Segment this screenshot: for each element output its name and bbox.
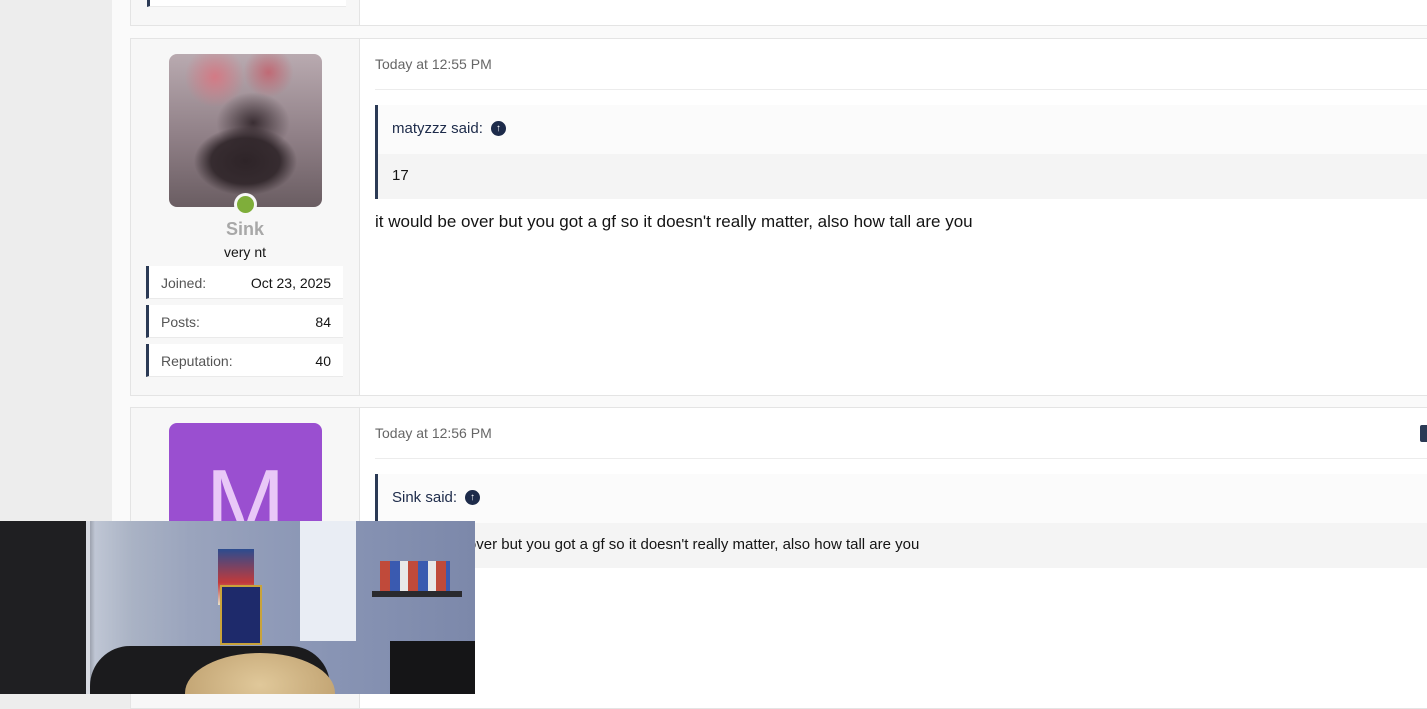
previous-stat-row <box>147 0 346 7</box>
avatar-image[interactable] <box>169 54 322 207</box>
online-status-icon <box>234 193 257 216</box>
username[interactable]: Sink <box>131 219 359 240</box>
post: Sink very nt Joined: Oct 23, 2025 Posts:… <box>130 38 1427 396</box>
stat-label: Reputation: <box>161 353 233 369</box>
stat-posts: Posts: 84 <box>146 305 343 338</box>
stat-value[interactable]: 84 <box>315 314 331 330</box>
stat-label: Posts: <box>161 314 200 330</box>
webcam-poster <box>220 585 262 645</box>
quote-body: 17 <box>378 154 1427 199</box>
webcam-shelf <box>372 591 462 597</box>
stat-reputation: Reputation: 40 <box>146 344 343 377</box>
message-column: Today at 12:56 PM Sink said: ↑ it would … <box>360 408 1427 708</box>
quote-body: it would be over but you got a gf so it … <box>378 523 1427 568</box>
quote-author[interactable]: matyzzz said: <box>392 120 483 137</box>
webcam-window <box>300 521 356 641</box>
post-message: it would be over but you got a gf so it … <box>375 212 973 231</box>
stat-value: 40 <box>315 353 331 369</box>
user-stats: Joined: Oct 23, 2025 Posts: 84 Reputatio… <box>146 266 343 383</box>
post-action-marker[interactable] <box>1420 425 1427 442</box>
avatar[interactable] <box>169 54 322 207</box>
stat-value: Oct 23, 2025 <box>250 275 331 291</box>
message-column: Today at 12:55 PM matyzzz said: ↑ 17 it … <box>360 39 1427 395</box>
webcam-figures <box>380 561 450 591</box>
webcam-overlay <box>0 521 475 694</box>
post-timestamp[interactable]: Today at 12:56 PM <box>375 425 492 441</box>
stat-label: Joined: <box>161 275 207 291</box>
quote-text: 17 <box>392 167 409 184</box>
webcam-shadow <box>390 641 475 694</box>
divider <box>375 89 1427 90</box>
arrow-up-circle-icon[interactable]: ↑ <box>490 121 506 136</box>
user-column: Sink very nt Joined: Oct 23, 2025 Posts:… <box>131 39 360 395</box>
quote-header: Sink said: ↑ <box>392 489 481 506</box>
post-timestamp[interactable]: Today at 12:55 PM <box>375 56 492 72</box>
user-title: very nt <box>223 244 266 260</box>
webcam-door <box>0 521 90 694</box>
quote-block: Sink said: ↑ it would be over but you go… <box>375 474 1427 568</box>
arrow-up-circle-icon[interactable]: ↑ <box>465 490 481 505</box>
quote-header: matyzzz said: ↑ <box>392 120 506 137</box>
previous-post-stub <box>130 0 1427 26</box>
stat-joined: Joined: Oct 23, 2025 <box>146 266 343 299</box>
quote-author[interactable]: Sink said: <box>392 489 457 506</box>
quote-block: matyzzz said: ↑ 17 <box>375 105 1427 199</box>
divider <box>375 458 1427 459</box>
previous-user-column <box>131 0 360 25</box>
